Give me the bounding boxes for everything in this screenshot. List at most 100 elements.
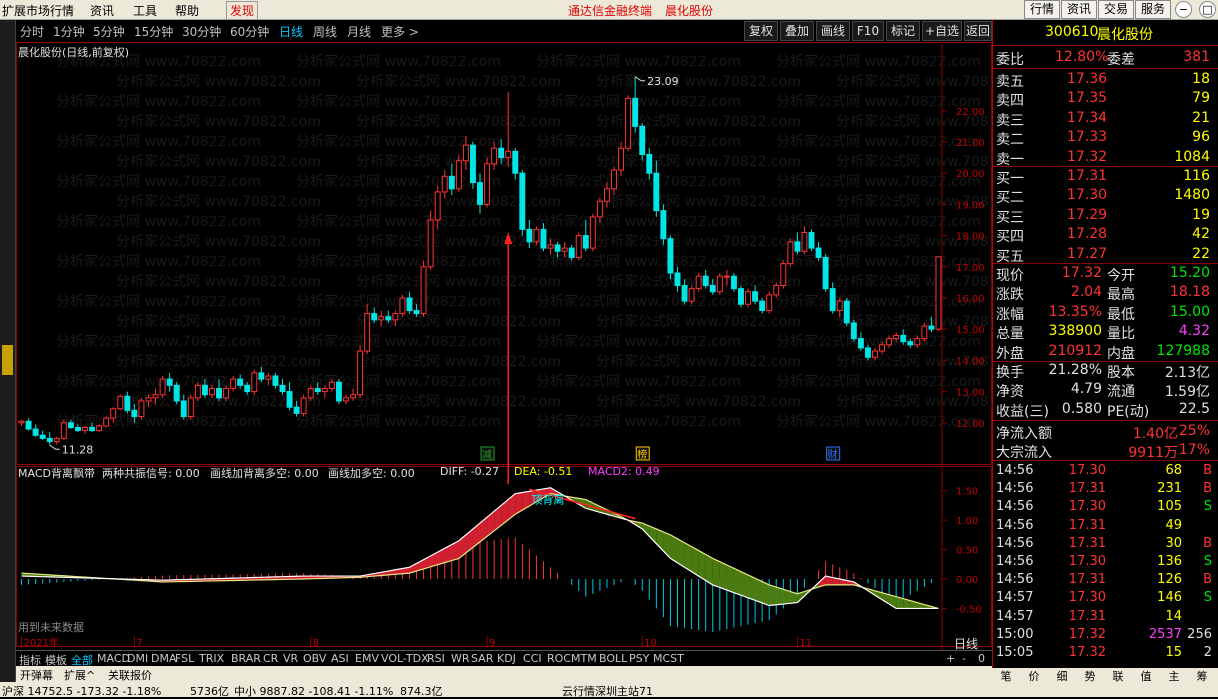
macd-legend-2: 画线加背离多空: 0.00 <box>210 465 319 481</box>
menu-discover[interactable]: 发现 <box>226 1 258 20</box>
menu-tools[interactable]: 工具 <box>133 2 157 19</box>
related-quote-tab[interactable]: 关联报价 <box>108 667 152 683</box>
macd-ribbon <box>713 558 720 587</box>
period-30min[interactable]: 30分钟 <box>182 23 221 40</box>
menu-news[interactable]: 资讯 <box>90 2 114 19</box>
indicator-tab[interactable]: OBV <box>303 652 326 665</box>
x-tick-label: 9 <box>489 638 495 649</box>
candle-body <box>647 154 652 173</box>
period-5min[interactable]: 5分钟 <box>93 23 125 40</box>
indicator-tab[interactable]: BOLL <box>599 652 627 665</box>
indicator-tab[interactable]: RSI <box>427 652 445 665</box>
period-tick[interactable]: 分时 <box>20 23 44 40</box>
mark-button[interactable]: 标记 <box>886 21 920 41</box>
tick-time: 14:56 <box>996 481 1033 496</box>
indicator-tab[interactable]: KDJ <box>497 652 516 665</box>
candle-body <box>442 176 447 192</box>
chart-area[interactable]: 分析家公式网 www.70822.com 分析家公式网 www.70822.com… <box>16 42 992 650</box>
indicator-tab[interactable]: ROC <box>547 652 571 665</box>
candle-body <box>456 161 461 189</box>
watermark: 分析家公式网 www.70822.com <box>56 373 261 390</box>
maximize-icon[interactable]: □ <box>1199 1 1216 18</box>
zoom-control[interactable]: + <box>946 652 955 665</box>
wb-value: 12.80% <box>1055 49 1108 65</box>
f10-button[interactable]: F10 <box>852 21 884 41</box>
candle-body <box>619 148 624 170</box>
news-button[interactable]: 资讯 <box>1061 0 1097 19</box>
watermark: 分析家公式网 www.70822.com <box>116 273 321 290</box>
stat-label: 涨跌 <box>996 284 1024 304</box>
low-marker-arrow <box>50 445 60 449</box>
indicator-tab[interactable]: BRAR <box>231 652 261 665</box>
candle-body <box>830 289 835 311</box>
candle-body <box>68 423 73 428</box>
service-button[interactable]: 服务 <box>1135 0 1171 19</box>
indicator-tab[interactable]: VR <box>283 652 298 665</box>
period-weekly[interactable]: 周线 <box>313 23 337 40</box>
collapse-handle-icon[interactable] <box>2 345 13 375</box>
period-daily[interactable]: 日线 <box>279 23 303 40</box>
add-watchlist-button[interactable]: +自选 <box>922 21 962 41</box>
danmaku-tab[interactable]: 开弹幕 <box>20 667 53 683</box>
zoom-control[interactable]: - <box>962 652 966 665</box>
period-60min[interactable]: 60分钟 <box>230 23 269 40</box>
indicator-tab[interactable]: SAR <box>471 652 493 665</box>
period-15min[interactable]: 15分钟 <box>134 23 173 40</box>
quote-panel: 300610晨化股份委比12.80%委差381卖五17.3618卖四17.357… <box>992 20 1218 680</box>
zoom-control[interactable]: 0 <box>978 652 985 665</box>
indicator-tab[interactable]: CCI <box>523 652 542 665</box>
candle-body <box>414 310 419 313</box>
flow-value: 1.40亿 <box>1133 423 1178 443</box>
back-button[interactable]: 返回 <box>964 21 992 41</box>
trade-button[interactable]: 交易 <box>1098 0 1134 19</box>
candle-body <box>231 379 236 388</box>
indicator-tab[interactable]: DMA <box>151 652 177 665</box>
adjust-button[interactable]: 复权 <box>744 21 778 41</box>
macd-ribbon <box>494 505 501 530</box>
tick-price: 17.32 <box>1069 645 1106 660</box>
tick-volume: 136 <box>1157 554 1182 569</box>
period-1min[interactable]: 1分钟 <box>53 23 85 40</box>
candle-body <box>421 267 426 314</box>
menu-extend-market[interactable]: 扩展市场行情 <box>2 2 74 19</box>
wc-label: 委差 <box>1107 49 1135 69</box>
quote-button[interactable]: 行情 <box>1024 0 1060 19</box>
candle-body <box>802 232 807 251</box>
candle-body <box>583 236 588 248</box>
watermark: 分析家公式网 www.70822.com <box>356 313 561 330</box>
minimize-icon[interactable]: − <box>1175 1 1192 18</box>
indicator-tab[interactable]: DMI <box>127 652 148 665</box>
macd-ribbon <box>487 511 494 536</box>
candle-body <box>47 438 52 441</box>
indicator-tab[interactable]: MTM <box>571 652 597 665</box>
draw-button[interactable]: 画线 <box>816 21 850 41</box>
indicator-tab[interactable]: PSY <box>629 652 649 665</box>
tick-volume: 15 <box>1165 645 1182 660</box>
period-more[interactable]: 更多 > <box>381 23 419 40</box>
stat-label: 现价 <box>996 265 1024 285</box>
indicator-tab[interactable]: CR <box>263 652 278 665</box>
ask-label: 卖五 <box>996 71 1024 91</box>
extend-tab[interactable]: 扩展^ <box>64 667 95 683</box>
diff-value: DIFF: -0.27 <box>440 465 499 478</box>
overlay-button[interactable]: 叠加 <box>780 21 814 41</box>
indicator-tab[interactable]: MACD <box>97 652 130 665</box>
status-bar: 沪深 14752.5 -173.32 -1.18% 5736亿 中小 9887.… <box>0 682 1218 697</box>
candle-body <box>26 421 31 429</box>
indicator-tab[interactable]: TRIX <box>199 652 224 665</box>
menu-help[interactable]: 帮助 <box>175 2 199 19</box>
macd-ribbon <box>769 585 776 606</box>
indicator-tab[interactable]: FSL <box>175 652 194 665</box>
indicator-tab[interactable]: ASI <box>331 652 349 665</box>
watermark: 分析家公式网 www.70822.com <box>356 73 561 90</box>
indicator-tab[interactable]: VOL-TDX <box>381 652 429 665</box>
watermark: 分析家公式网 www.70822.com <box>56 133 261 150</box>
macd-frame <box>17 467 992 647</box>
indicator-tab[interactable]: EMV <box>355 652 379 665</box>
bid-volume: 19 <box>1192 207 1210 223</box>
watermark: 分析家公式网 www.70822.com <box>776 93 981 110</box>
period-monthly[interactable]: 月线 <box>347 23 371 40</box>
candle-body <box>344 398 349 401</box>
indicator-tab[interactable]: WR <box>451 652 470 665</box>
indicator-tab[interactable]: MCST <box>653 652 684 665</box>
